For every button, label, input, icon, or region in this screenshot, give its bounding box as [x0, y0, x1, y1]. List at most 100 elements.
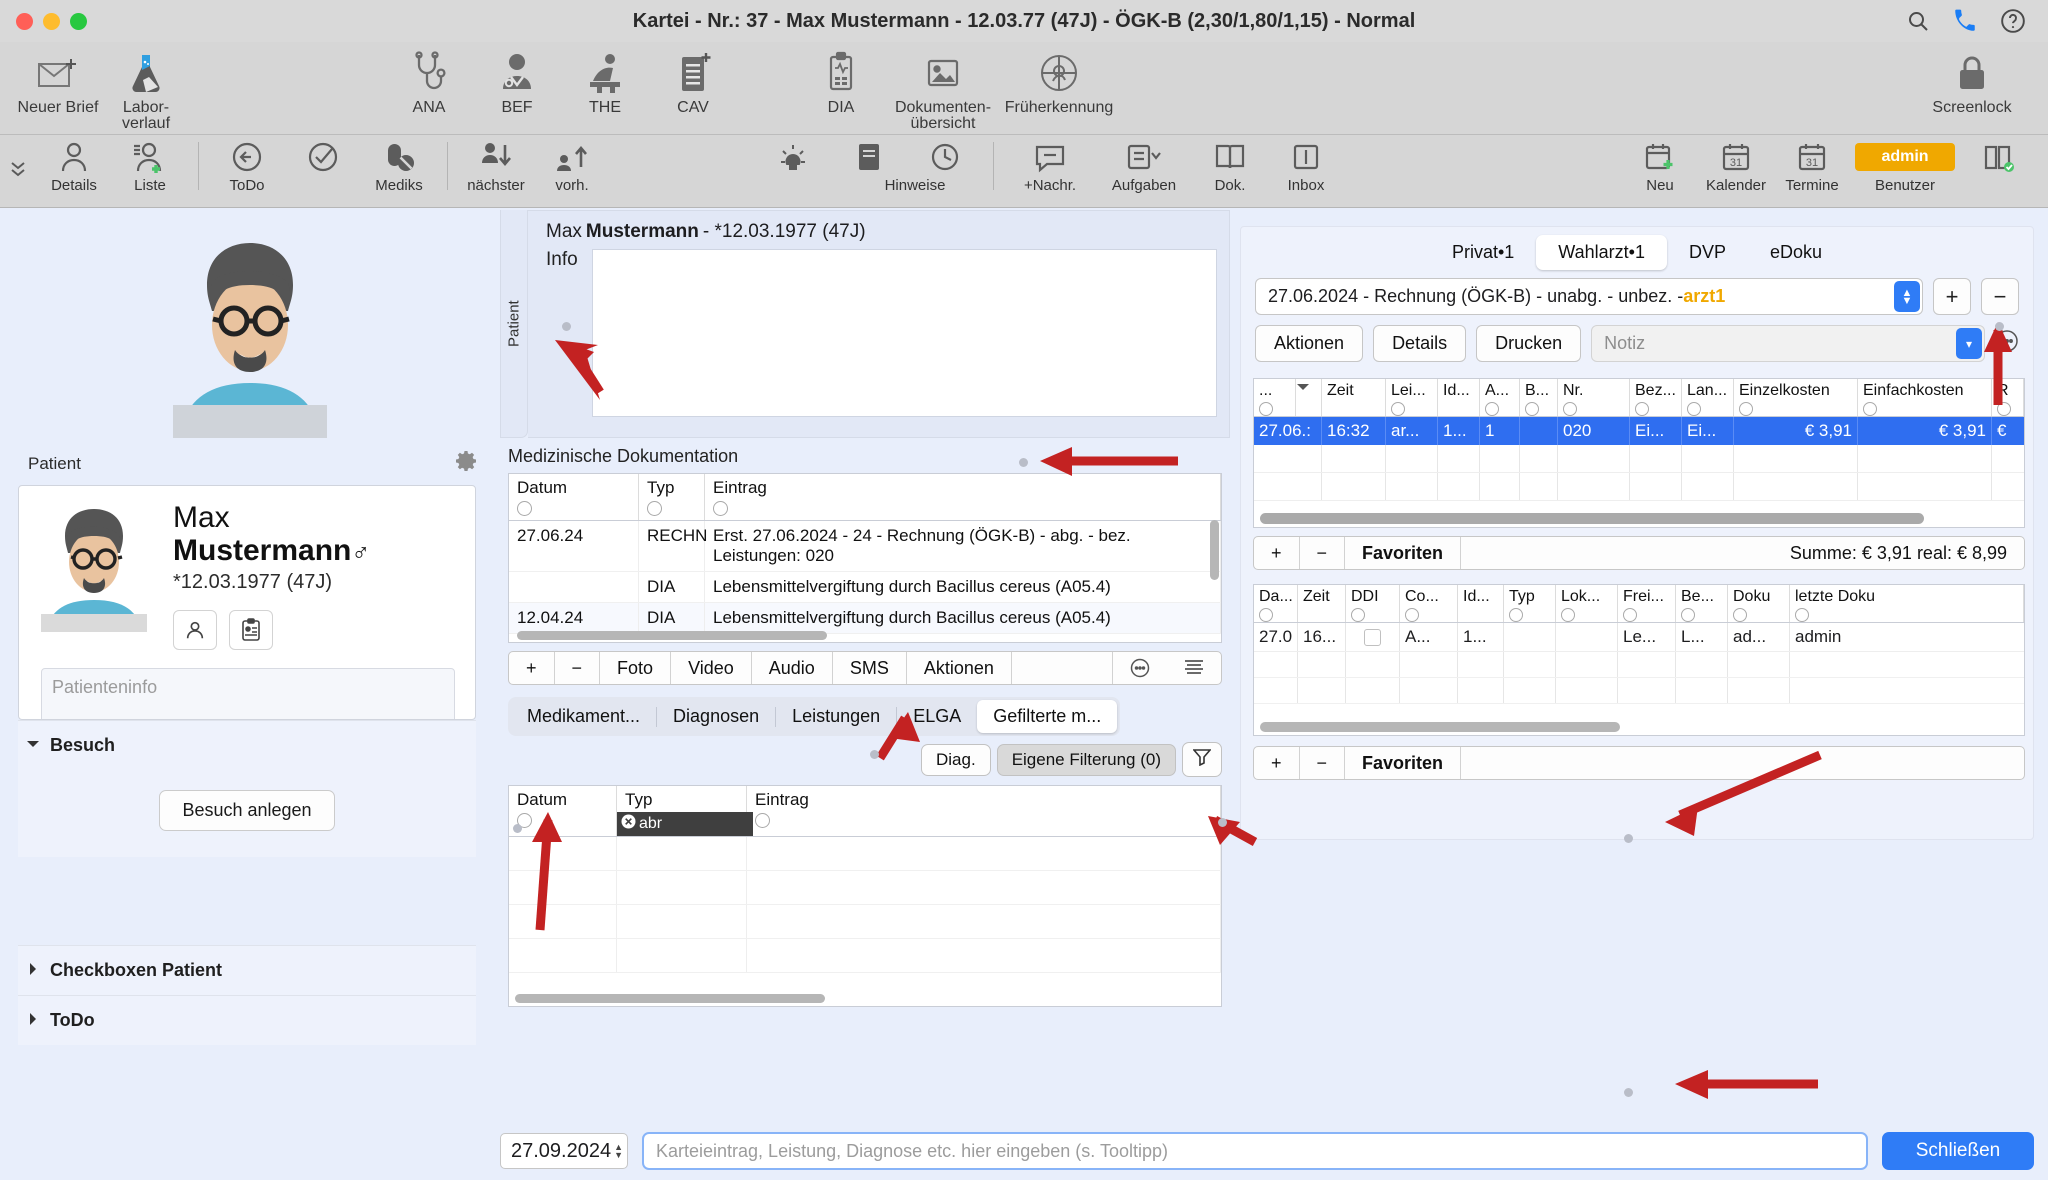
- search-icon[interactable]: [1906, 9, 1930, 33]
- remove-invoice-button[interactable]: −: [1981, 278, 2019, 315]
- toolbar-user[interactable]: admin Benutzer: [1850, 138, 1960, 194]
- filter-circle[interactable]: [1259, 402, 1273, 416]
- table-row[interactable]: 27.06.: 16:32 ar... 1... 1 020 Ei... Ei.…: [1254, 417, 2024, 445]
- video-button[interactable]: Video: [671, 652, 752, 684]
- filter-circle[interactable]: [1681, 608, 1695, 622]
- clear-circle-icon[interactable]: [621, 814, 636, 834]
- filter-circle[interactable]: [1687, 402, 1701, 416]
- drucken-button[interactable]: Drucken: [1476, 325, 1582, 362]
- col-b[interactable]: B...: [1520, 379, 1558, 416]
- toolbar-liste[interactable]: Liste: [112, 138, 188, 194]
- col-frei[interactable]: Frei...: [1618, 585, 1676, 622]
- chevron-updown-icon[interactable]: ▲ ▼: [1894, 281, 1920, 312]
- remove-entry-button[interactable]: −: [555, 652, 601, 684]
- col-datum-2[interactable]: Datum: [509, 786, 617, 836]
- info-textarea[interactable]: [591, 249, 1217, 417]
- table-row[interactable]: DIA Lebensmittelvergiftung durch Bacillu…: [509, 572, 1221, 603]
- col-be[interactable]: Be...: [1676, 585, 1728, 622]
- list-icon[interactable]: [1167, 652, 1221, 684]
- add-favorite-button-2[interactable]: +: [1254, 747, 1300, 779]
- toolbar-hinweise-clock[interactable]: Hinweise: [885, 138, 983, 194]
- filter-circle[interactable]: [1485, 402, 1499, 416]
- typ-filter-input[interactable]: abr: [617, 812, 753, 836]
- filter-circle[interactable]: [1795, 608, 1809, 622]
- add-entry-button[interactable]: +: [509, 652, 555, 684]
- foto-button[interactable]: Foto: [600, 652, 672, 684]
- col-r[interactable]: R: [1992, 379, 2024, 416]
- filter-circle-icon[interactable]: [517, 501, 532, 516]
- toolbar-new-message[interactable]: +Nachr.: [1004, 138, 1096, 194]
- toolbar-the[interactable]: THE: [561, 48, 649, 116]
- filter-circle[interactable]: [1525, 402, 1539, 416]
- toolbar-tasks[interactable]: Aufgaben: [1096, 138, 1192, 194]
- remove-favorite-button[interactable]: −: [1300, 537, 1346, 569]
- col-a[interactable]: A...: [1480, 379, 1520, 416]
- toolbar-hinweise-note[interactable]: [831, 138, 907, 176]
- toolbar-hinweise-lamp[interactable]: [755, 138, 831, 176]
- more-circle-icon[interactable]: [1113, 652, 1167, 684]
- toolbar-details[interactable]: Details: [36, 138, 112, 194]
- billing-grid-bottom-hscrollbar[interactable]: [1260, 722, 1620, 732]
- toolbar-bef[interactable]: BEF: [473, 48, 561, 116]
- chevron-down-icon-notiz[interactable]: ▾: [1956, 328, 1982, 359]
- sort-chevron-icon[interactable]: [1296, 379, 1322, 416]
- filter-circle[interactable]: [1561, 608, 1575, 622]
- funnel-icon[interactable]: [1182, 742, 1222, 777]
- filter-circle[interactable]: [1509, 608, 1523, 622]
- details-button-right[interactable]: Details: [1373, 325, 1467, 362]
- toolbar-screenlock[interactable]: Screenlock: [1914, 48, 2030, 116]
- col-lok[interactable]: Lok...: [1556, 585, 1618, 622]
- diag-pill[interactable]: Diag.: [921, 743, 991, 776]
- filter-circle[interactable]: [1997, 402, 2011, 416]
- splitter-grip[interactable]: [1218, 818, 1227, 827]
- splitter-grip[interactable]: [513, 824, 522, 833]
- filter-circle[interactable]: [1259, 608, 1273, 622]
- col-0[interactable]: ...: [1254, 379, 1296, 416]
- col-id-2[interactable]: Id...: [1458, 585, 1504, 622]
- toolbar-new-letter[interactable]: Neuer Brief: [14, 48, 102, 116]
- aktionen-button[interactable]: Aktionen: [907, 652, 1012, 684]
- filter-circle[interactable]: [1733, 608, 1747, 622]
- tab-diagnosen[interactable]: Diagnosen: [657, 700, 775, 733]
- filter-circle[interactable]: [1635, 402, 1649, 416]
- tab-elga[interactable]: ELGA: [897, 700, 977, 733]
- medical-doc-scrollbar[interactable]: [1210, 520, 1219, 580]
- patient-info-field[interactable]: Patienteninfo: [41, 668, 455, 719]
- notiz-input[interactable]: Notiz ▾: [1591, 325, 1985, 362]
- tab-gefilterte[interactable]: Gefilterte m...: [977, 700, 1118, 733]
- toolbar-dia[interactable]: DIA: [797, 48, 885, 116]
- tab-medikamente[interactable]: Medikament...: [511, 700, 656, 733]
- audio-button[interactable]: Audio: [752, 652, 833, 684]
- splitter-grip[interactable]: [1624, 1088, 1633, 1097]
- toolbar-appointments[interactable]: 31 Termine: [1774, 138, 1850, 194]
- col-eintrag[interactable]: Eintrag: [705, 474, 1221, 520]
- toolbar-documents[interactable]: Dok.: [1192, 138, 1268, 194]
- accordion-todo[interactable]: ToDo: [18, 995, 476, 1045]
- toolbar-early-detection[interactable]: Früherkennung: [1001, 48, 1117, 116]
- col-einfachkosten[interactable]: Einfachkosten: [1858, 379, 1992, 416]
- col-zeit[interactable]: Zeit: [1322, 379, 1386, 416]
- filtered-table-hscrollbar[interactable]: [515, 994, 825, 1003]
- col-typ-3[interactable]: Typ: [1504, 585, 1556, 622]
- col-lan[interactable]: Lan...: [1682, 379, 1734, 416]
- col-eintrag-2[interactable]: Eintrag: [747, 786, 1221, 836]
- favoriten-button-2[interactable]: Favoriten: [1345, 747, 1462, 779]
- col-nr[interactable]: Nr.: [1558, 379, 1630, 416]
- toolbar-document-overview[interactable]: Dokumenten- übersicht: [885, 48, 1001, 133]
- more-circle-icon-right[interactable]: [1995, 329, 2019, 358]
- besuch-anlegen-button[interactable]: Besuch anlegen: [159, 790, 335, 831]
- filter-circle[interactable]: [1863, 402, 1877, 416]
- patient-record-button[interactable]: [229, 610, 273, 651]
- invoice-combo[interactable]: 27.06.2024 - Rechnung (ÖGK-B) - unabg. -…: [1255, 278, 1923, 315]
- filter-circle-icon-3[interactable]: [713, 501, 728, 516]
- splitter-grip[interactable]: [870, 750, 879, 759]
- accordion-checkboxen[interactable]: Checkboxen Patient: [18, 945, 476, 995]
- col-ddi[interactable]: DDI: [1346, 585, 1400, 622]
- table-row[interactable]: 27.06.24 RECHN Erst. 27.06.2024 - 24 - R…: [509, 521, 1221, 572]
- user-badge[interactable]: admin: [1855, 143, 1955, 171]
- tab-dvp[interactable]: DVP: [1667, 235, 1748, 270]
- col-datum[interactable]: Datum: [509, 474, 639, 520]
- filter-circle[interactable]: [1391, 402, 1405, 416]
- table-row[interactable]: 12.04.24 DIA Lebensmittelvergiftung durc…: [509, 603, 1221, 634]
- toolbar-ana[interactable]: ANA: [385, 48, 473, 116]
